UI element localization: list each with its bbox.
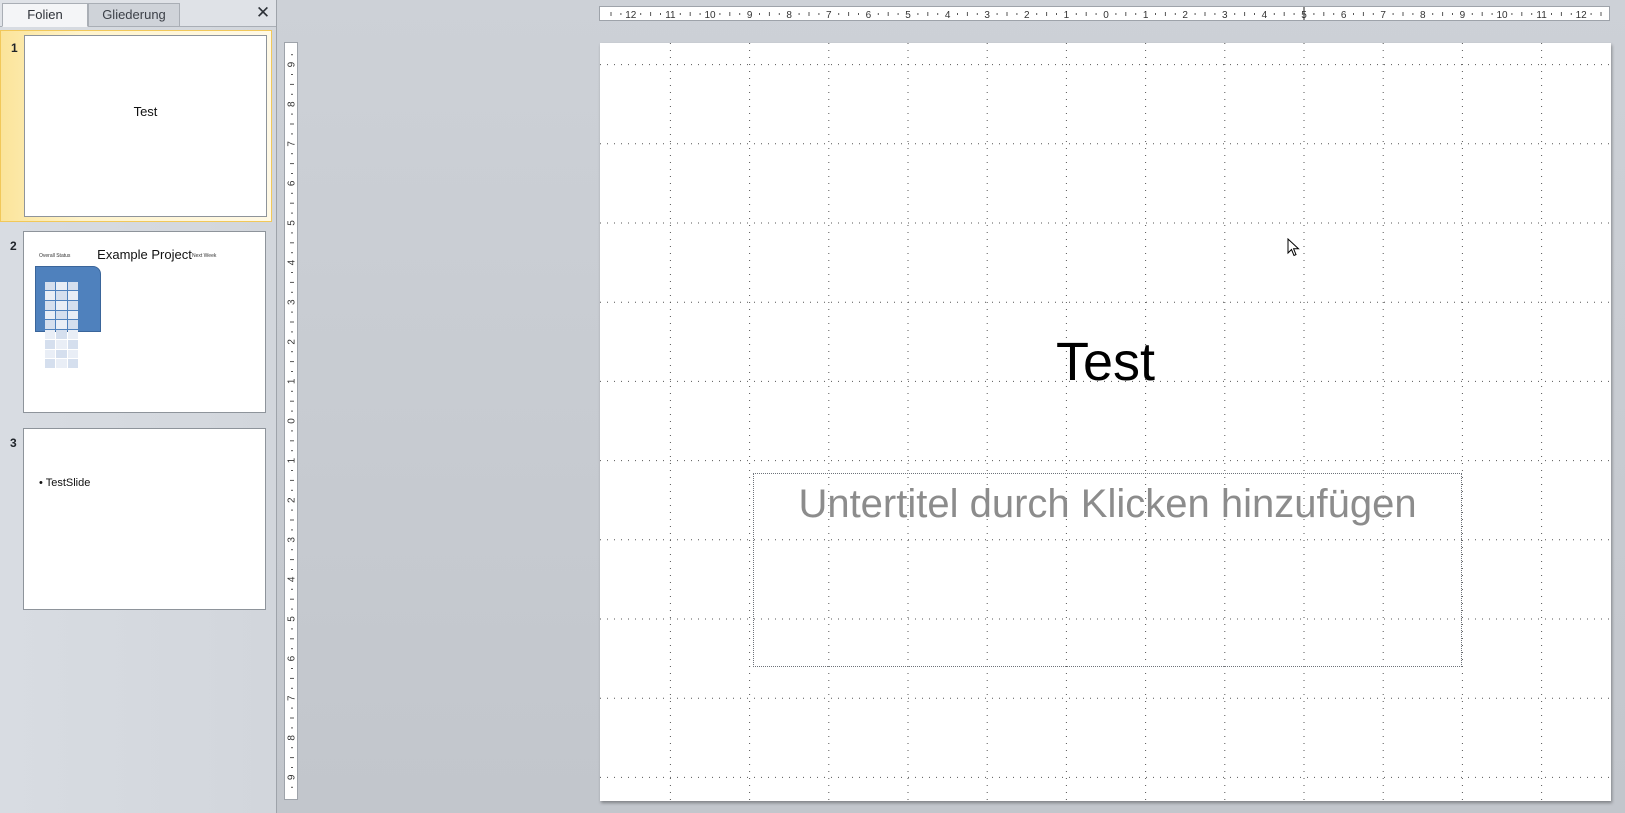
panel-tab-bar: Folien Gliederung ✕ xyxy=(0,0,276,27)
vertical-ruler-scale: 9 8 7 6 5 4 3 2 1 0 1 2 3 4 5 6 7 8 9 xyxy=(287,54,298,788)
slide-thumbnail-row-1[interactable]: 1 Test xyxy=(0,30,272,222)
thumbnail-bullet: • TestSlide xyxy=(39,477,91,489)
ruler-label: 7 xyxy=(287,695,298,701)
subtitle-placeholder-text: Untertitel durch Klicken hinzufügen xyxy=(798,482,1417,526)
ruler-label: 2 xyxy=(1024,10,1030,21)
ruler-label: 5 xyxy=(287,616,298,622)
ruler-label: 8 xyxy=(287,101,298,107)
ruler-label: 3 xyxy=(287,537,298,543)
ruler-label: 10 xyxy=(704,10,716,21)
tab-gliederung[interactable]: Gliederung xyxy=(88,3,180,27)
slide-grid xyxy=(600,43,1611,801)
ruler-label: 1 xyxy=(287,457,298,463)
ruler-label: 6 xyxy=(866,10,872,21)
slide-canvas[interactable]: Test Untertitel durch Klicken hinzufügen xyxy=(600,43,1611,801)
ruler-label: 2 xyxy=(287,339,298,345)
tab-folien[interactable]: Folien xyxy=(2,3,88,27)
slide-thumbnail-2[interactable]: Overall Status Next Week Example Project xyxy=(23,231,266,413)
close-icon[interactable]: ✕ xyxy=(254,4,272,22)
slide-thumbnail-row-2[interactable]: 2 Overall Status Next Week Example Proje… xyxy=(0,229,272,417)
slide-thumbnail-3[interactable]: • TestSlide xyxy=(23,428,266,610)
ruler-label: 11 xyxy=(665,10,676,21)
slide-thumbnail-1[interactable]: Test xyxy=(24,35,267,217)
ruler-label: 1 xyxy=(287,378,298,384)
thumbnail-title: Test xyxy=(133,104,158,119)
ruler-label: 4 xyxy=(287,576,298,582)
ruler-label: 6 xyxy=(1341,10,1347,21)
ruler-label: 6 xyxy=(287,655,298,661)
ruler-label: 1 xyxy=(1064,10,1070,21)
ruler-label: 6 xyxy=(287,180,298,186)
ruler-label: 0 xyxy=(287,418,298,424)
ruler-label: 5 xyxy=(905,10,911,21)
powerpoint-editor: Folien Gliederung ✕ 1 Test 2 Overall Sta… xyxy=(0,0,1625,813)
vertical-ruler[interactable]: 9 8 7 6 5 4 3 2 1 0 1 2 3 4 5 6 7 8 9 xyxy=(284,42,298,800)
ruler-label: 8 xyxy=(786,10,792,21)
ruler-label: 7 xyxy=(287,141,298,147)
horizontal-ruler[interactable]: 1211109876543210123456789101112 xyxy=(599,6,1610,21)
slides-panel: Folien Gliederung ✕ 1 Test 2 Overall Sta… xyxy=(0,0,277,813)
slide-number: 1 xyxy=(11,41,18,55)
ruler-label: 12 xyxy=(625,10,637,21)
ruler-label: 10 xyxy=(1496,10,1508,21)
ruler-label: 4 xyxy=(945,10,951,21)
ruler-label: 7 xyxy=(1380,10,1386,21)
mouse-cursor-icon xyxy=(1287,238,1300,257)
ruler-label: 2 xyxy=(287,497,298,503)
ruler-label: 2 xyxy=(1182,10,1188,21)
ruler-label: 9 xyxy=(747,10,753,21)
ruler-label: 9 xyxy=(287,61,298,67)
thumbnail-title: Example Project xyxy=(97,247,192,262)
slide-number: 3 xyxy=(10,436,17,450)
ruler-label: 1 xyxy=(1143,10,1149,21)
ruler-label: 4 xyxy=(1262,10,1268,21)
slide-number: 2 xyxy=(10,239,17,253)
ruler-label: 8 xyxy=(1420,10,1426,21)
ruler-label: 8 xyxy=(287,735,298,741)
ruler-label: 5 xyxy=(287,220,298,226)
ruler-label: 4 xyxy=(287,259,298,265)
slide-title[interactable]: Test xyxy=(600,331,1611,393)
ruler-label: 12 xyxy=(1576,10,1588,21)
ruler-label: 3 xyxy=(984,10,990,21)
ruler-label: 3 xyxy=(287,299,298,305)
ruler-label: 9 xyxy=(1460,10,1466,21)
slide-thumbnail-row-3[interactable]: 3 • TestSlide xyxy=(0,426,272,614)
ruler-label: 0 xyxy=(1103,10,1109,21)
thumbnail-table xyxy=(45,272,78,368)
ruler-label: 7 xyxy=(826,10,832,21)
ruler-label: 11 xyxy=(1536,10,1547,21)
ruler-label: 9 xyxy=(287,774,298,780)
ruler-label: 3 xyxy=(1222,10,1228,21)
horizontal-ruler-scale: 1211109876543210123456789101112 xyxy=(610,7,1602,21)
subtitle-placeholder[interactable]: Untertitel durch Klicken hinzufügen xyxy=(753,473,1462,667)
